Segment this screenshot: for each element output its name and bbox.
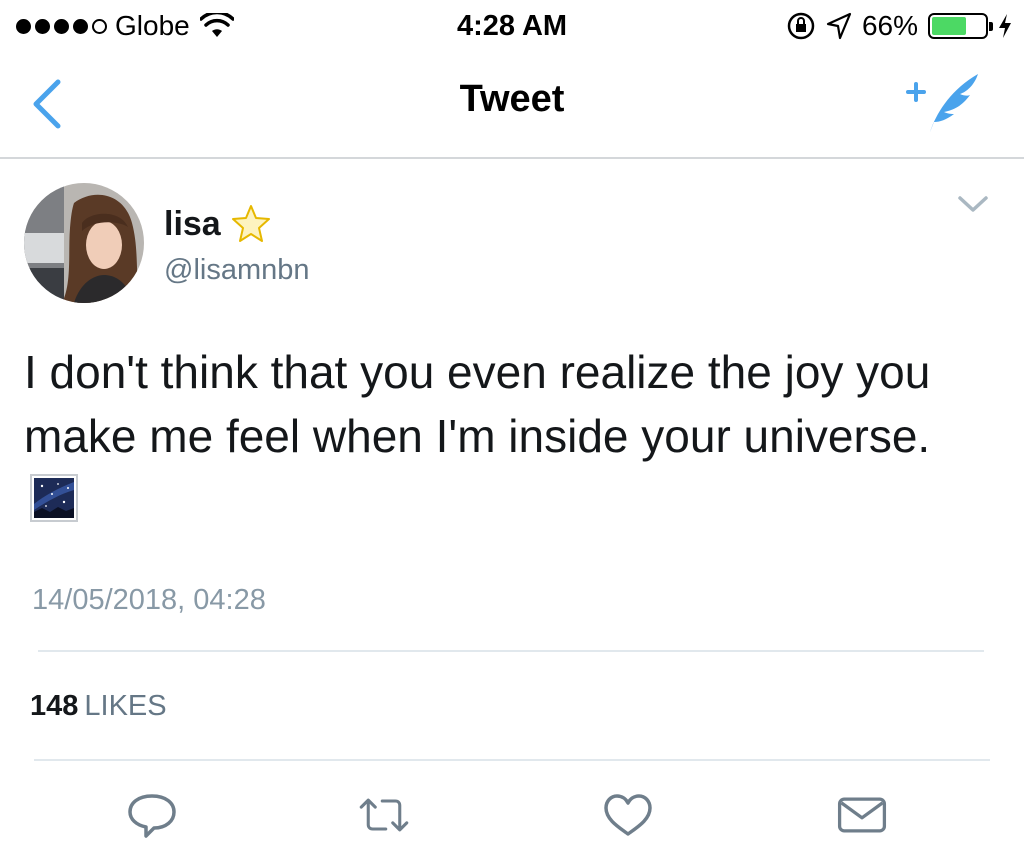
avatar[interactable] <box>24 183 144 303</box>
likes-stat[interactable]: 148 LIKES <box>30 690 167 723</box>
divider <box>34 759 990 761</box>
likes-label: LIKES <box>84 690 167 722</box>
charging-bolt-icon <box>999 14 1011 38</box>
compose-quill-icon[interactable] <box>902 70 982 134</box>
location-arrow-icon <box>826 12 852 40</box>
milky-way-emoji-icon <box>30 474 78 522</box>
direct-message-button[interactable] <box>834 790 890 840</box>
page-title: Tweet <box>459 78 565 120</box>
profile-photo <box>24 183 144 303</box>
tweet-action-bar <box>0 790 1024 846</box>
orientation-lock-icon <box>787 12 815 40</box>
author-name[interactable]: lisa <box>164 205 221 244</box>
envelope-icon <box>837 797 887 833</box>
like-icon <box>604 794 652 836</box>
status-right: 66% <box>786 8 1012 44</box>
retweet-button[interactable] <box>356 790 412 840</box>
reply-button[interactable] <box>124 790 180 840</box>
tweet-timestamp: 14/05/2018, 04:28 <box>32 584 266 616</box>
likes-count: 148 <box>30 690 79 722</box>
battery-percent: 66% <box>861 10 918 41</box>
status-bar: Globe 4:28 AM 66% <box>0 0 1024 52</box>
author-name-row[interactable]: lisa <box>164 204 271 244</box>
star-emoji-icon <box>231 205 270 242</box>
tweet-text: I don't think that you even realize the … <box>24 340 984 532</box>
navigation-bar: Tweet <box>0 52 1024 159</box>
divider <box>38 650 984 652</box>
tweet-body: I don't think that you even realize the … <box>24 346 931 462</box>
reply-icon <box>128 794 176 838</box>
chevron-down-icon[interactable] <box>956 192 990 216</box>
retweet-icon <box>359 798 409 832</box>
author-handle[interactable]: @lisamnbn <box>164 254 310 287</box>
like-button[interactable] <box>600 790 656 840</box>
battery-icon <box>928 13 993 39</box>
